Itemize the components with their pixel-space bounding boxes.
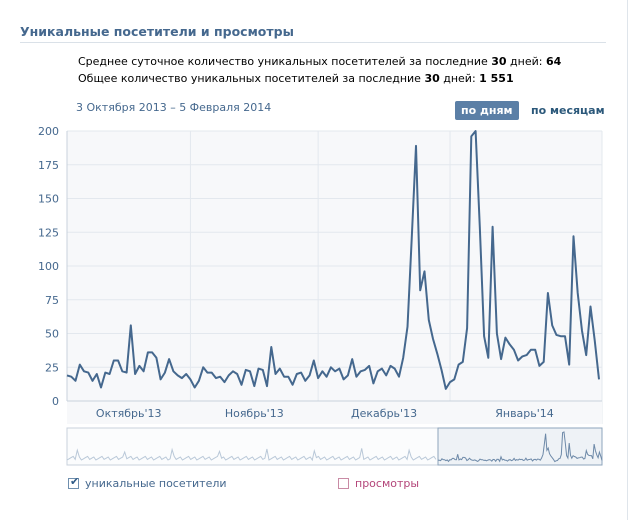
legend-unique-visitors[interactable]: ✔ уникальные посетители xyxy=(68,475,227,490)
visitors-chart: 0 25 50 75 100 125 150 175 200 Октябрь'13 Ноябрь'1… xyxy=(38,125,603,466)
y-tick-label: 175 xyxy=(38,159,59,172)
y-tick-label: 200 xyxy=(38,125,59,138)
y-tick-label: 150 xyxy=(38,193,59,206)
x-tick-label: Январь'14 xyxy=(495,407,554,420)
y-tick-label: 75 xyxy=(45,294,59,307)
views-checkbox[interactable] xyxy=(338,478,349,489)
y-tick-label: 100 xyxy=(38,260,59,273)
x-tick-label: Декабрь'13 xyxy=(351,407,417,420)
y-tick-label: 50 xyxy=(45,328,59,341)
y-tick-label: 125 xyxy=(38,226,59,239)
unique-visitors-checkbox[interactable]: ✔ xyxy=(68,475,80,489)
legend-views[interactable]: просмотры xyxy=(338,477,419,490)
y-tick-label: 0 xyxy=(52,395,59,408)
legend-unique-visitors-label: уникальные посетители xyxy=(85,477,227,490)
legend-views-label: просмотры xyxy=(355,477,420,490)
x-tick-label: Октябрь'13 xyxy=(96,407,162,420)
y-tick-label: 25 xyxy=(45,361,59,374)
x-tick-label: Ноябрь'13 xyxy=(225,407,284,420)
check-icon: ✔ xyxy=(70,475,80,488)
